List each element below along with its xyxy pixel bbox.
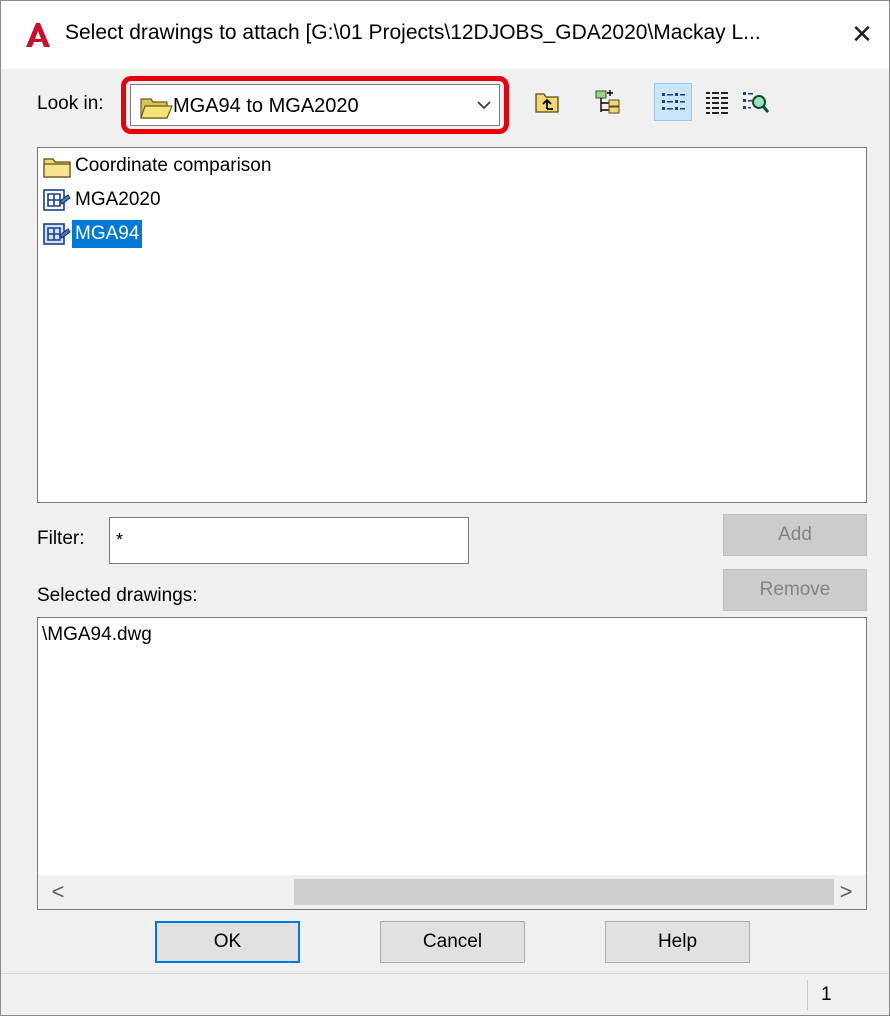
title-bar: Select drawings to attach [G:\01 Project… (1, 1, 889, 69)
horizontal-scrollbar[interactable]: < > (38, 875, 866, 909)
chevron-down-icon (477, 101, 491, 110)
list-item-label: Coordinate comparison (75, 155, 272, 176)
close-icon: ✕ (851, 19, 873, 49)
close-button[interactable]: ✕ (847, 17, 877, 51)
scroll-left-icon[interactable]: < (46, 875, 70, 909)
open-folder-icon (140, 98, 173, 119)
tree-view-icon[interactable] (593, 88, 621, 116)
selected-drawings-list[interactable]: \MGA94.dwg < > (37, 617, 867, 910)
help-button[interactable]: Help (605, 921, 750, 963)
look-in-label: Look in: (37, 93, 104, 114)
up-folder-icon[interactable] (533, 88, 561, 116)
look-in-value: MGA94 to MGA2020 (173, 95, 359, 117)
autocad-logo-icon (26, 23, 50, 47)
select-drawings-dialog: Select drawings to attach [G:\01 Project… (0, 0, 890, 1016)
drawing-file-list[interactable]: Coordinate comparison MGA2020 MGA94 (37, 147, 867, 503)
look-in-dropdown[interactable]: MGA94 to MGA2020 (130, 84, 500, 126)
filter-label: Filter: (37, 528, 85, 549)
cancel-button[interactable]: Cancel (380, 921, 525, 963)
scrollbar-thumb[interactable] (294, 879, 834, 905)
list-item-label: MGA94 (72, 220, 143, 248)
details-view-icon[interactable] (703, 88, 731, 116)
preview-icon[interactable] (741, 88, 769, 116)
drawing-set-icon (43, 189, 71, 211)
window-title: Select drawings to attach [G:\01 Project… (65, 21, 761, 44)
selected-drawings-label: Selected drawings: (37, 585, 198, 606)
status-separator (807, 980, 808, 1010)
ok-button[interactable]: OK (155, 921, 300, 963)
remove-button[interactable]: Remove (723, 569, 867, 611)
scroll-right-icon[interactable]: > (834, 875, 858, 909)
status-bar: 1 (1, 973, 889, 1015)
filter-input[interactable] (109, 517, 469, 564)
selected-count: 1 (821, 984, 832, 1005)
folder-icon (43, 158, 71, 178)
list-item[interactable]: \MGA94.dwg (42, 624, 152, 646)
list-view-icon[interactable] (659, 88, 687, 116)
list-item-label: MGA2020 (75, 189, 161, 210)
add-button[interactable]: Add (723, 514, 867, 556)
drawing-set-icon (43, 223, 71, 245)
